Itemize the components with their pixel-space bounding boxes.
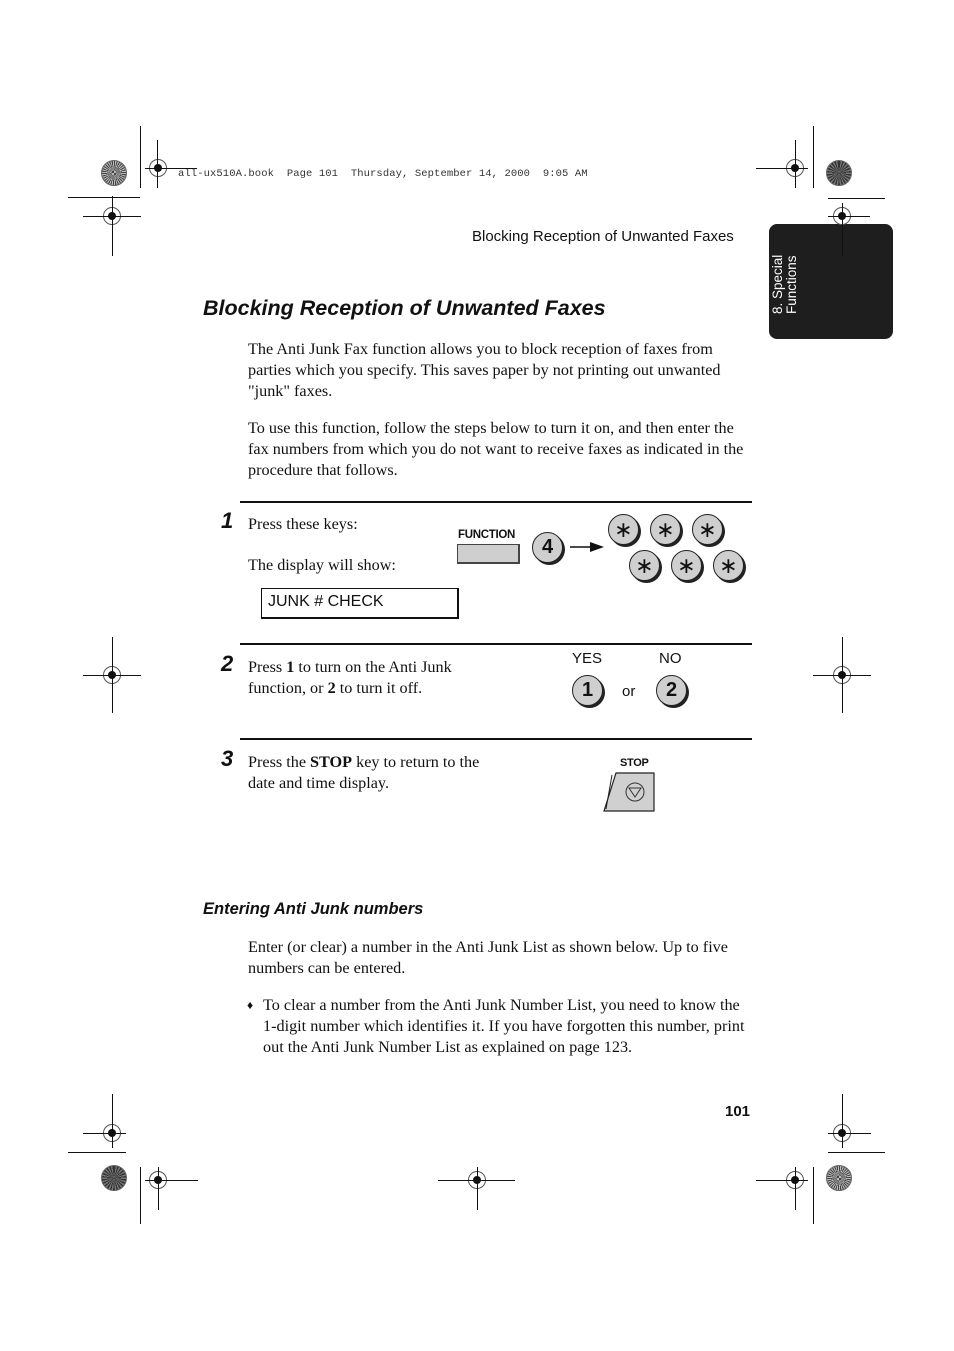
color-rosette-icon — [826, 160, 852, 186]
key-ref: 2 — [327, 679, 336, 697]
or-label: or — [622, 683, 636, 700]
chapter-tab-line1: 8. Special — [770, 254, 785, 314]
star-icon: ∗ — [614, 516, 633, 542]
intro-paragraph-2: To use this function, follow the steps b… — [248, 419, 744, 479]
star-icon: ∗ — [719, 552, 738, 578]
star-icon: ∗ — [635, 552, 654, 578]
star-key[interactable]: ∗ — [692, 514, 723, 545]
text: function, or — [248, 679, 328, 697]
stop-key-label: STOP — [620, 757, 649, 769]
key-ref: STOP — [310, 753, 353, 771]
section-title: Blocking Reception of Unwanted Faxes — [203, 296, 606, 320]
lcd-display: JUNK # CHECK — [261, 588, 459, 619]
running-head: Blocking Reception of Unwanted Faxes — [472, 228, 734, 245]
step-2-instruction-line1: Press 1 to turn on the Anti Junk — [248, 657, 452, 678]
step-1-display-caption: The display will show: — [248, 556, 396, 574]
bullet-diamond-icon: ♦ — [247, 998, 254, 1012]
no-label: NO — [659, 650, 682, 667]
bullet-text: To clear a number from the Anti Junk Num… — [263, 996, 745, 1056]
chapter-tab-label: 8. Special Functions — [770, 254, 799, 314]
step-2-instruction-line2: function, or 2 to turn it off. — [248, 678, 422, 699]
function-key[interactable] — [457, 544, 520, 564]
key-4[interactable]: 4 — [532, 532, 563, 563]
star-key[interactable]: ∗ — [713, 550, 744, 581]
chapter-tab-line2: Functions — [784, 255, 799, 314]
step-3-instruction-line1: Press the STOP key to return to the — [248, 752, 479, 773]
star-key[interactable]: ∗ — [650, 514, 681, 545]
print-slug: all-ux510A.book Page 101 Thursday, Septe… — [178, 168, 588, 180]
step-divider — [240, 738, 752, 740]
star-icon: ∗ — [656, 516, 675, 542]
subsection-title: Entering Anti Junk numbers — [203, 900, 424, 918]
text: to turn on the Anti Junk — [294, 658, 452, 676]
star-key[interactable]: ∗ — [671, 550, 702, 581]
step-divider — [240, 501, 752, 503]
star-key[interactable]: ∗ — [608, 514, 639, 545]
star-icon: ∗ — [677, 552, 696, 578]
step-3-instruction-line2: date and time display. — [248, 774, 389, 792]
text: Press — [248, 658, 287, 676]
star-icon: ∗ — [698, 516, 717, 542]
step-1-instruction: Press these keys: — [248, 515, 358, 533]
intro-paragraph-1: The Anti Junk Fax function allows you to… — [248, 340, 721, 400]
page-number: 101 — [725, 1103, 751, 1120]
step-number: 2 — [221, 651, 234, 676]
stop-key[interactable] — [602, 771, 656, 815]
color-rosette-icon — [101, 1165, 127, 1191]
key-1-yes[interactable]: 1 — [572, 675, 603, 706]
yes-label: YES — [572, 650, 603, 667]
text: to turn it off. — [335, 679, 423, 697]
function-key-label: FUNCTION — [458, 529, 516, 541]
step-divider — [240, 643, 752, 645]
key-2-no[interactable]: 2 — [656, 675, 687, 706]
step-number: 1 — [221, 508, 234, 533]
arrow-right-icon — [570, 542, 604, 552]
text: key to return to the — [352, 753, 480, 771]
color-rosette-icon — [101, 160, 127, 186]
step-number: 3 — [221, 746, 234, 771]
star-key[interactable]: ∗ — [629, 550, 660, 581]
text: Press the — [248, 753, 311, 771]
color-rosette-icon — [826, 1165, 852, 1191]
subsection-paragraph: Enter (or clear) a number in the Anti Ju… — [248, 938, 728, 977]
chapter-tab: 8. Special Functions — [769, 224, 893, 339]
